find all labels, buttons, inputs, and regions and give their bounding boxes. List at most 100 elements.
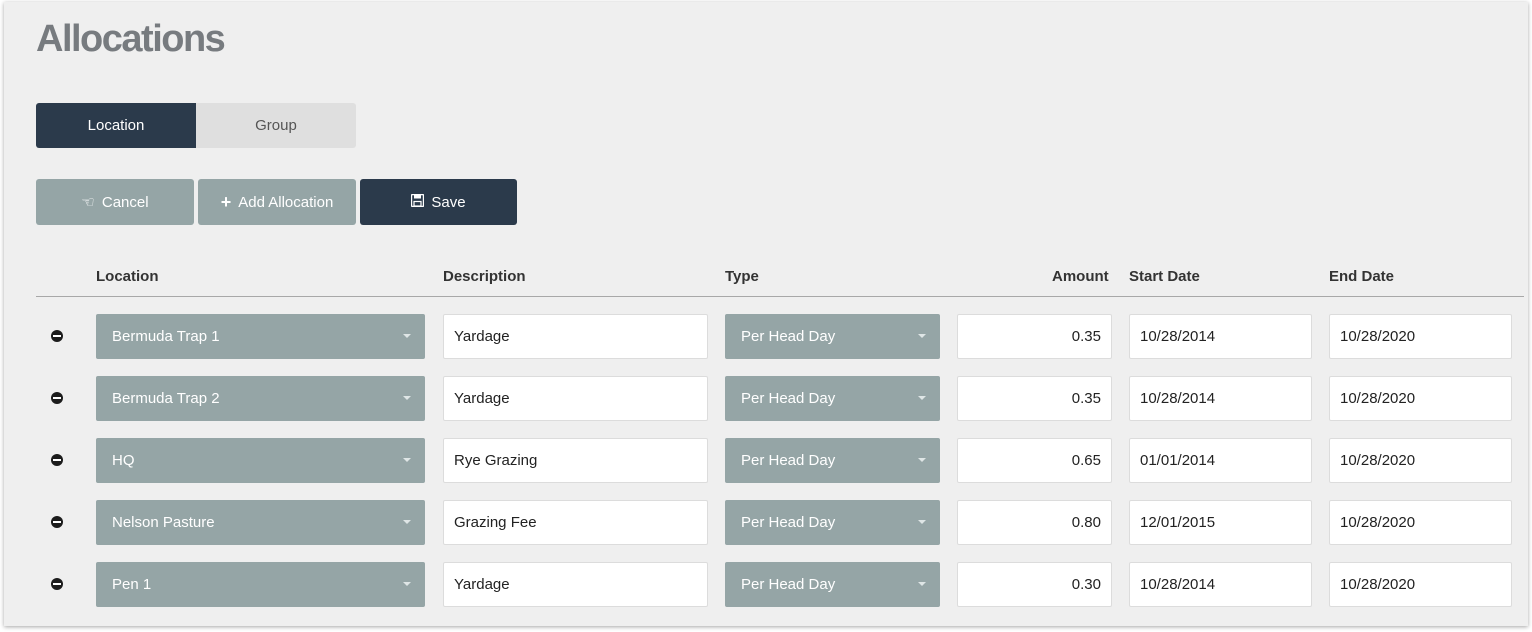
amount-input[interactable]: 0.65	[957, 438, 1112, 483]
start-date-input[interactable]: 10/28/2014	[1129, 376, 1312, 421]
caret-down-icon	[918, 582, 926, 586]
save-button-label: Save	[431, 193, 466, 211]
add-allocation-button[interactable]: + Add Allocation	[198, 179, 356, 225]
cancel-button[interactable]: ☜ Cancel	[36, 179, 194, 225]
start-date-input[interactable]: 12/01/2015	[1129, 500, 1312, 545]
column-header-start-date[interactable]: Start Date	[1129, 268, 1200, 285]
table-row: Nelson Pasture Grazing Fee Per Head Day 0.8…	[4, 500, 1528, 546]
end-date-input-value: 10/28/2020	[1340, 328, 1416, 345]
column-header-location[interactable]: Location	[96, 268, 159, 285]
type-select[interactable]: Per Head Day	[725, 500, 940, 545]
caret-down-icon	[918, 458, 926, 462]
caret-down-icon	[403, 458, 411, 462]
location-select-value: Bermuda Trap 2	[112, 390, 220, 407]
start-date-input-value: 10/28/2014	[1140, 328, 1216, 345]
description-input[interactable]: Yardage	[443, 314, 708, 359]
column-header-description[interactable]: Description	[443, 268, 526, 285]
description-input[interactable]: Yardage	[443, 562, 708, 607]
description-input-value: Rye Grazing	[454, 452, 538, 469]
start-date-input[interactable]: 01/01/2014	[1129, 438, 1312, 483]
type-select-value: Per Head Day	[741, 576, 836, 593]
tab-location-label: Location	[87, 117, 145, 134]
start-date-input-value: 10/28/2014	[1140, 390, 1216, 407]
type-select-value: Per Head Day	[741, 390, 836, 407]
start-date-input-value: 01/01/2014	[1140, 452, 1216, 469]
start-date-input-value: 12/01/2015	[1140, 514, 1216, 531]
caret-down-icon	[403, 334, 411, 338]
amount-input[interactable]: 0.35	[957, 376, 1112, 421]
location-select-value: Bermuda Trap 1	[112, 328, 220, 345]
type-select[interactable]: Per Head Day	[725, 438, 940, 483]
end-date-input-value: 10/28/2020	[1340, 514, 1416, 531]
amount-input-value: 0.30	[1071, 576, 1101, 593]
table-row: Bermuda Trap 2 Yardage Per Head Day 0.35 10/…	[4, 376, 1528, 422]
remove-row-icon[interactable]	[51, 330, 63, 342]
end-date-input[interactable]: 10/28/2020	[1329, 500, 1512, 545]
start-date-input[interactable]: 10/28/2014	[1129, 562, 1312, 607]
description-input-value: Grazing Fee	[454, 514, 537, 531]
location-select[interactable]: Bermuda Trap 2	[96, 376, 425, 421]
table-row: Pen 1 Yardage Per Head Day 0.30 10/28/2014 10…	[4, 562, 1528, 608]
description-input[interactable]: Rye Grazing	[443, 438, 708, 483]
end-date-input-value: 10/28/2020	[1340, 390, 1416, 407]
caret-down-icon	[403, 582, 411, 586]
amount-input[interactable]: 0.30	[957, 562, 1112, 607]
location-select-value: Pen 1	[112, 576, 152, 593]
end-date-input[interactable]: 10/28/2020	[1329, 314, 1512, 359]
add-allocation-button-label: Add Allocation	[238, 193, 334, 211]
end-date-input[interactable]: 10/28/2020	[1329, 376, 1512, 421]
column-header-type[interactable]: Type	[725, 268, 759, 285]
description-input-value: Yardage	[454, 390, 510, 407]
hand-pointing-left-icon: ☜	[81, 193, 95, 211]
end-date-input-value: 10/28/2020	[1340, 576, 1416, 593]
location-select[interactable]: Pen 1	[96, 562, 425, 607]
type-select[interactable]: Per Head Day	[725, 314, 940, 359]
location-select[interactable]: HQ	[96, 438, 425, 483]
remove-row-icon[interactable]	[51, 578, 63, 590]
tab-location[interactable]: Location	[36, 103, 196, 148]
caret-down-icon	[403, 520, 411, 524]
tab-group-label: Group	[255, 117, 297, 134]
description-input-value: Yardage	[454, 576, 510, 593]
location-select-value: Nelson Pasture	[112, 514, 215, 531]
floppy-disk-icon	[411, 193, 425, 210]
tab-group[interactable]: Group	[196, 103, 356, 148]
amount-input-value: 0.35	[1071, 390, 1101, 407]
remove-row-icon[interactable]	[51, 516, 63, 528]
view-tabs: Location Group	[36, 103, 356, 148]
remove-row-icon[interactable]	[51, 454, 63, 466]
allocations-panel: Allocations Location Group ☜ Cancel + Ad…	[4, 2, 1528, 626]
description-input[interactable]: Yardage	[443, 376, 708, 421]
location-select-value: HQ	[112, 452, 135, 469]
page-title: Allocations	[36, 18, 226, 60]
location-select[interactable]: Bermuda Trap 1	[96, 314, 425, 359]
amount-input[interactable]: 0.80	[957, 500, 1112, 545]
remove-row-icon[interactable]	[51, 392, 63, 404]
end-date-input[interactable]: 10/28/2020	[1329, 438, 1512, 483]
amount-input-value: 0.65	[1071, 452, 1101, 469]
column-header-end-date[interactable]: End Date	[1329, 268, 1394, 285]
location-select[interactable]: Nelson Pasture	[96, 500, 425, 545]
amount-input[interactable]: 0.35	[957, 314, 1112, 359]
start-date-input-value: 10/28/2014	[1140, 576, 1216, 593]
save-button[interactable]: Save	[360, 179, 517, 225]
caret-down-icon	[918, 334, 926, 338]
type-select-value: Per Head Day	[741, 452, 836, 469]
cancel-button-label: Cancel	[101, 193, 149, 211]
plus-icon: +	[220, 192, 232, 212]
amount-input-value: 0.80	[1071, 514, 1101, 531]
type-select[interactable]: Per Head Day	[725, 562, 940, 607]
type-select[interactable]: Per Head Day	[725, 376, 940, 421]
column-header-amount[interactable]: Amount	[1052, 268, 1109, 285]
caret-down-icon	[403, 396, 411, 400]
type-select-value: Per Head Day	[741, 514, 836, 531]
caret-down-icon	[918, 520, 926, 524]
start-date-input[interactable]: 10/28/2014	[1129, 314, 1312, 359]
caret-down-icon	[918, 396, 926, 400]
end-date-input[interactable]: 10/28/2020	[1329, 562, 1512, 607]
description-input[interactable]: Grazing Fee	[443, 500, 708, 545]
description-input-value: Yardage	[454, 328, 510, 345]
table-row: Bermuda Trap 1 Yardage Per Head Day 0.35 10/…	[4, 314, 1528, 360]
amount-input-value: 0.35	[1071, 328, 1101, 345]
header-divider	[36, 296, 1524, 297]
